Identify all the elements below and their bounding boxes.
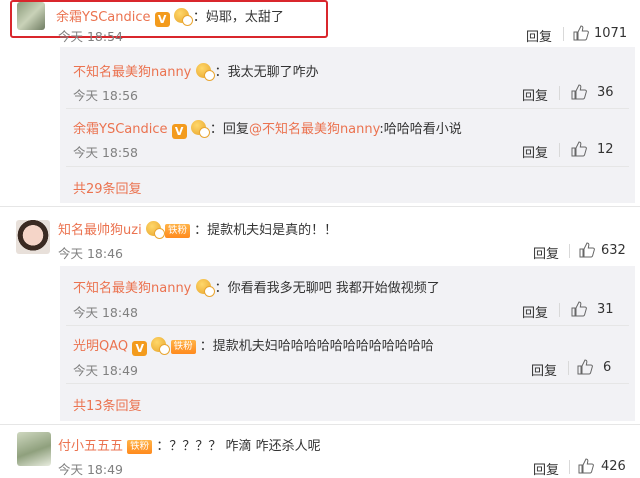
thumbs-up-icon[interactable] [571, 84, 587, 100]
mention-link[interactable]: @不知名最美狗nanny [249, 122, 379, 137]
comment-text: ：提款机夫妇是真的！！ [194, 223, 338, 238]
reply-header: 余霜YSCandice V ：回复@不知名最美狗nanny:哈哈哈看小说 [73, 118, 462, 139]
gold-medal-icon [195, 63, 215, 81]
username[interactable]: 光明QAQ [73, 339, 128, 354]
divider [66, 325, 629, 326]
reply-text-tail: :哈哈哈看小说 [379, 122, 462, 137]
separator [559, 86, 560, 100]
avatar[interactable] [17, 2, 45, 30]
username[interactable]: 付小五五五 [58, 439, 123, 454]
reply-button[interactable]: 回复 [522, 85, 548, 104]
fan-badge: 铁粉 [127, 440, 153, 454]
reply-button[interactable]: 回复 [531, 360, 557, 379]
like-count: 1071 [594, 26, 628, 41]
comment-header: 余霜YSCandice V ：妈耶，太甜了 [56, 6, 284, 27]
timestamp: 今天 18:46 [58, 246, 123, 261]
fan-badge: 铁粉 [170, 340, 196, 354]
separator [568, 361, 569, 375]
divider [0, 206, 640, 207]
username[interactable]: 不知名最美狗nanny [73, 281, 191, 296]
thumbs-up-icon[interactable] [577, 359, 593, 375]
comment-text: ：妈耶，太甜了 [192, 10, 284, 25]
username[interactable]: 不知名最美狗nanny [73, 65, 191, 80]
vip-v-icon: V [171, 124, 187, 139]
thumbs-up-icon[interactable] [571, 301, 587, 317]
gold-medal-icon [195, 279, 215, 297]
comment-header: 知名最帅狗uzi 铁粉 ：提款机夫妇是真的！！ [58, 219, 338, 239]
divider [66, 383, 629, 384]
separator [559, 303, 560, 317]
comment-header: 付小五五五 铁粉 ：？？？？ 咋滴 咋还杀人呢 [58, 435, 321, 454]
timestamp: 今天 18:49 [58, 462, 123, 477]
reply-text: ：我太无聊了咋办 [214, 65, 319, 80]
divider [66, 108, 629, 109]
divider [66, 166, 629, 167]
reply-button[interactable]: 回复 [533, 459, 559, 478]
avatar[interactable] [17, 432, 51, 466]
gold-medal-icon [151, 337, 171, 355]
thumbs-up-icon[interactable] [578, 458, 594, 474]
gold-medal-icon [190, 120, 210, 138]
timestamp: 今天 18:49 [73, 363, 138, 378]
reply-button[interactable]: 回复 [522, 302, 548, 321]
gold-medal-icon [145, 221, 165, 239]
thumbs-up-icon[interactable] [579, 242, 595, 258]
reply-button[interactable]: 回复 [526, 26, 552, 45]
reply-text: ：回复 [209, 122, 249, 137]
like-count: 12 [597, 142, 614, 157]
separator [569, 460, 570, 474]
avatar[interactable] [16, 220, 50, 254]
reply-button[interactable]: 回复 [533, 243, 559, 262]
reply-header: 不知名最美狗nanny ：你看看我多无聊吧 我都开始做视频了 [73, 277, 440, 297]
vip-v-icon: V [154, 12, 170, 27]
more-replies-link[interactable]: 共29条回复 [73, 178, 142, 197]
username[interactable]: 知名最帅狗uzi [58, 223, 142, 238]
timestamp: 今天 18:48 [73, 305, 138, 320]
fan-badge: 铁粉 [164, 224, 190, 238]
separator [569, 244, 570, 258]
like-count: 426 [601, 459, 626, 474]
more-replies-link[interactable]: 共13条回复 [73, 395, 142, 414]
username[interactable]: 余霜YSCandice [73, 122, 168, 137]
timestamp: 今天 18:58 [73, 145, 138, 160]
reply-text: ：你看看我多无聊吧 我都开始做视频了 [214, 281, 440, 296]
like-count: 36 [597, 85, 614, 100]
timestamp: 今天 18:54 [58, 29, 123, 44]
vip-v-icon: V [132, 341, 148, 356]
separator [559, 143, 560, 157]
reply-header: 不知名最美狗nanny ：我太无聊了咋办 [73, 61, 319, 81]
separator [563, 27, 564, 41]
reply-header: 光明QAQ V 铁粉 ：提款机夫妇哈哈哈哈哈哈哈哈哈哈哈哈 [73, 335, 434, 356]
like-count: 632 [601, 243, 626, 258]
comment-text: ：？？？？ 咋滴 咋还杀人呢 [156, 439, 321, 454]
reply-text: ：提款机夫妇哈哈哈哈哈哈哈哈哈哈哈哈 [199, 339, 434, 354]
username[interactable]: 余霜YSCandice [56, 10, 151, 25]
divider [0, 424, 640, 425]
like-count: 31 [597, 302, 614, 317]
reply-button[interactable]: 回复 [522, 142, 548, 161]
thumbs-up-icon[interactable] [573, 25, 589, 41]
gold-medal-icon [173, 8, 193, 26]
like-count: 6 [603, 360, 612, 375]
thumbs-up-icon[interactable] [571, 141, 587, 157]
timestamp: 今天 18:56 [73, 88, 138, 103]
